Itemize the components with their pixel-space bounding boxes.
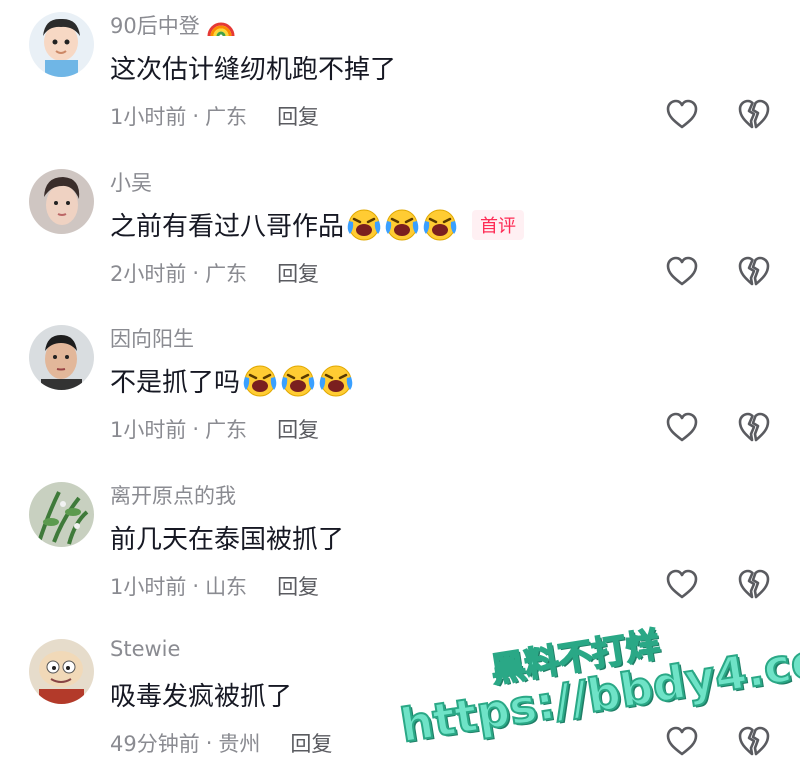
- avatar[interactable]: [29, 169, 94, 234]
- timestamp: 1小时前: [110, 105, 187, 129]
- comment-text-content: 吸毒发疯被抓了: [110, 682, 293, 712]
- broken-heart-icon[interactable]: [736, 724, 772, 758]
- laughing-crying-emoji-icon: [243, 365, 277, 396]
- reply-button[interactable]: 回复: [290, 728, 332, 758]
- location: 广东: [205, 418, 248, 442]
- avatar[interactable]: [29, 12, 94, 77]
- heart-outline-icon[interactable]: [665, 98, 699, 130]
- comment-meta: 1小时前 · 山东 回复: [110, 571, 319, 601]
- comment-text: 吸毒发疯被抓了: [110, 676, 292, 713]
- comment-item: Stewie 吸毒发疯被抓了 49分钟前 · 贵州 回复: [0, 627, 800, 783]
- comment-text-content: 之前有看过八哥作品: [110, 212, 345, 242]
- laughing-crying-emoji-icon: [385, 209, 419, 240]
- timestamp: 49分钟前: [110, 732, 200, 756]
- laughing-crying-emoji-icon: [423, 209, 457, 240]
- laughing-crying-emoji-icon: [319, 365, 353, 396]
- location: 广东: [205, 262, 248, 286]
- comment-text: 这次估计缝纫机跑不掉了: [110, 49, 396, 86]
- heart-outline-icon[interactable]: [665, 725, 699, 757]
- username[interactable]: 因向阳生: [110, 323, 194, 353]
- reply-button[interactable]: 回复: [277, 571, 319, 601]
- username-text[interactable]: Stewie: [110, 637, 180, 661]
- reply-button[interactable]: 回复: [277, 258, 319, 288]
- comment-meta: 1小时前 · 广东 回复: [110, 101, 319, 131]
- avatar[interactable]: [29, 325, 94, 390]
- comment-item: 小吴 之前有看过八哥作品 首评 2小时前 · 广东 回复: [0, 157, 800, 313]
- location: 贵州: [218, 732, 261, 756]
- broken-heart-icon[interactable]: [736, 97, 772, 131]
- username-text[interactable]: 因向阳生: [110, 323, 194, 353]
- separator: ·: [192, 104, 200, 128]
- comment-text: 之前有看过八哥作品 首评: [110, 206, 525, 243]
- comment-item: 因向阳生 不是抓了吗 1小时前 · 广东 回复: [0, 313, 800, 469]
- location: 山东: [205, 575, 248, 599]
- username-text[interactable]: 离开原点的我: [110, 480, 236, 510]
- comment-text-content: 前几天在泰国被抓了: [110, 525, 345, 555]
- comment-meta: 49分钟前 · 贵州 回复: [110, 728, 332, 758]
- comment-text: 不是抓了吗: [110, 362, 354, 399]
- comment-item: 90后中登 这次估计缝纫机跑不掉了 1小时前 · 广东 回复: [0, 0, 800, 156]
- comment-item: 离开原点的我 前几天在泰国被抓了 1小时前 · 山东 回复: [0, 470, 800, 626]
- timestamp: 1小时前: [110, 575, 187, 599]
- heart-outline-icon[interactable]: [665, 411, 699, 443]
- timestamp: 1小时前: [110, 418, 187, 442]
- username[interactable]: 90后中登: [110, 10, 236, 40]
- heart-outline-icon[interactable]: [665, 255, 699, 287]
- rainbow-icon: [207, 22, 235, 37]
- comment-text: 前几天在泰国被抓了: [110, 519, 344, 556]
- laughing-crying-emoji-icon: [281, 365, 315, 396]
- comment-text-content: 这次估计缝纫机跑不掉了: [110, 55, 397, 85]
- laughing-crying-emoji-icon: [347, 209, 381, 240]
- avatar[interactable]: [29, 482, 94, 547]
- reply-button[interactable]: 回复: [277, 414, 319, 444]
- reply-button[interactable]: 回复: [277, 101, 319, 131]
- separator: ·: [192, 261, 200, 285]
- username-text[interactable]: 小吴: [110, 167, 152, 197]
- broken-heart-icon[interactable]: [736, 254, 772, 288]
- comment-meta: 1小时前 · 广东 回复: [110, 414, 319, 444]
- username[interactable]: 离开原点的我: [110, 480, 236, 510]
- first-comment-badge: 首评: [472, 209, 525, 240]
- location: 广东: [205, 105, 248, 129]
- broken-heart-icon[interactable]: [736, 567, 772, 601]
- broken-heart-icon[interactable]: [736, 410, 772, 444]
- separator: ·: [192, 574, 200, 598]
- timestamp: 2小时前: [110, 262, 187, 286]
- username[interactable]: 小吴: [110, 167, 152, 197]
- separator: ·: [205, 731, 213, 755]
- username-text[interactable]: 90后中登: [110, 10, 200, 40]
- username[interactable]: Stewie: [110, 637, 180, 661]
- separator: ·: [192, 417, 200, 441]
- avatar[interactable]: [29, 639, 94, 704]
- comment-meta: 2小时前 · 广东 回复: [110, 258, 319, 288]
- heart-outline-icon[interactable]: [665, 568, 699, 600]
- comment-text-content: 不是抓了吗: [110, 368, 241, 398]
